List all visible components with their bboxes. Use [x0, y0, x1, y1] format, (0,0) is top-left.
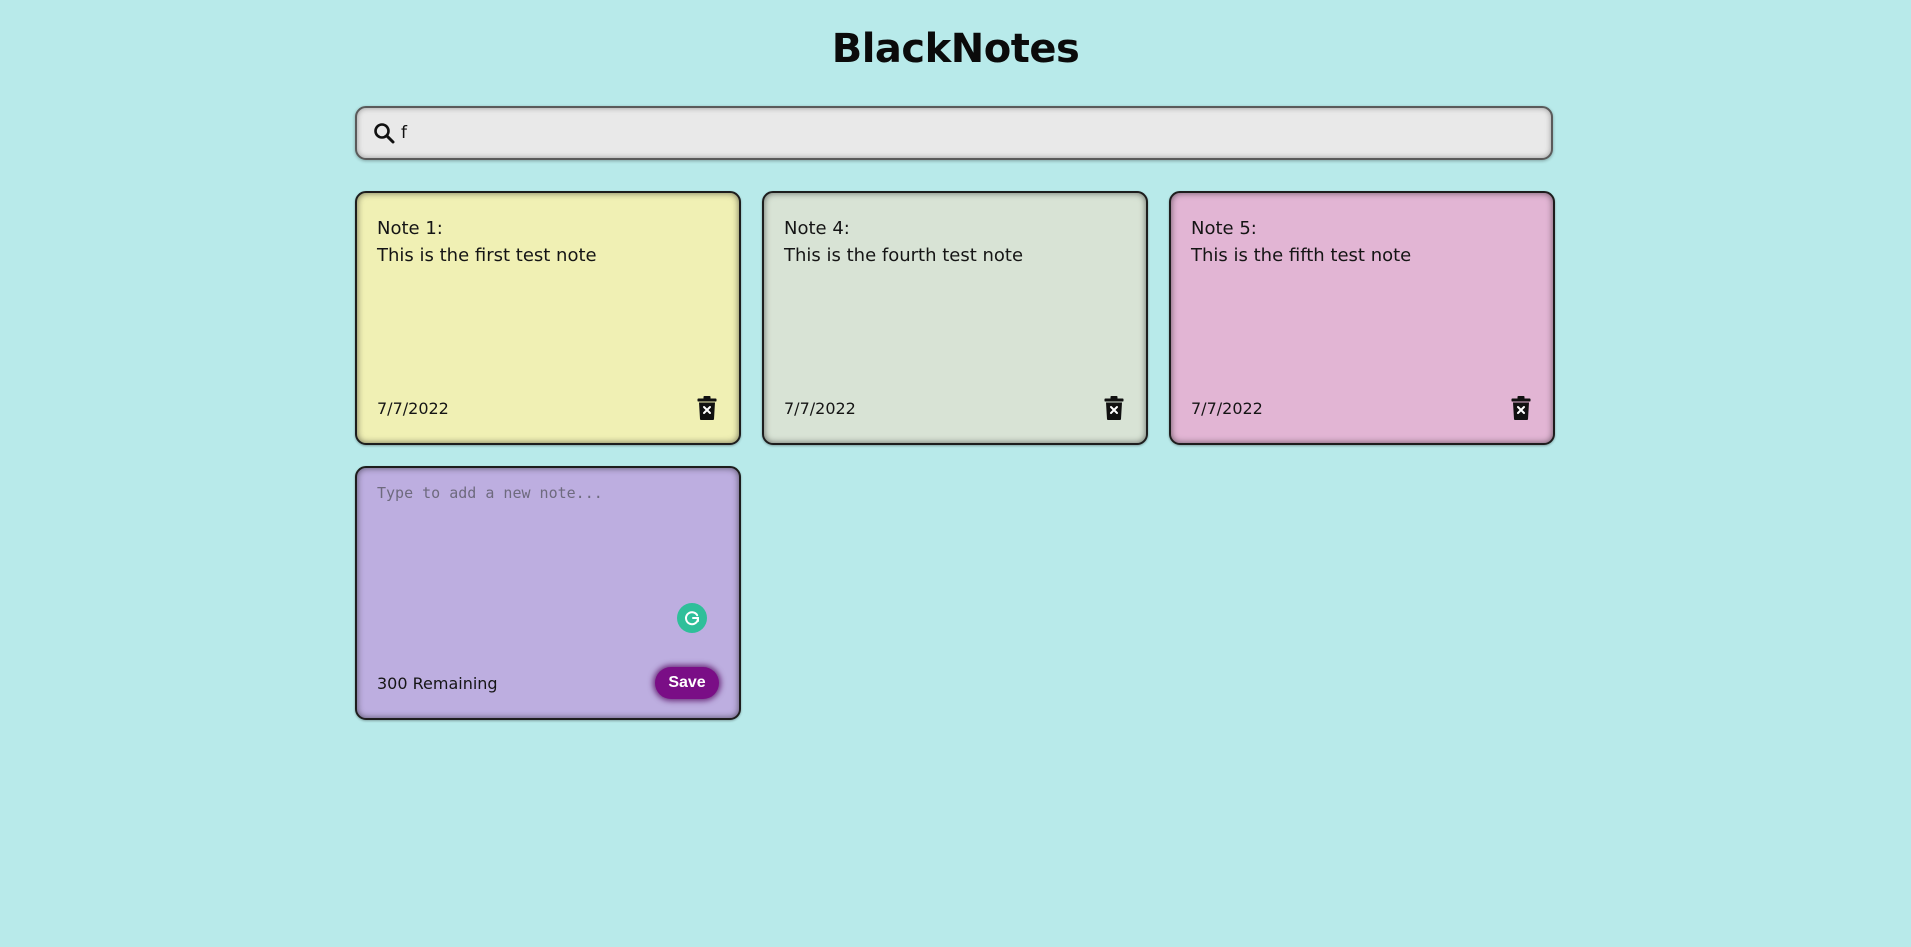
- note-card: Note 1: This is the first test note 7/7/…: [355, 191, 741, 445]
- new-note-card: 300 Remaining Save: [355, 466, 741, 720]
- delete-icon[interactable]: [1509, 394, 1533, 422]
- note-text: Note 1: This is the first test note: [377, 218, 597, 266]
- note-card: Note 4: This is the fourth test note 7/7…: [762, 191, 1148, 445]
- new-note-footer: 300 Remaining Save: [377, 667, 719, 699]
- notes-list: Note 1: This is the first test note 7/7/…: [355, 191, 1555, 720]
- new-note-textarea[interactable]: [377, 484, 717, 634]
- delete-icon[interactable]: [1102, 394, 1126, 422]
- remaining-count: 300 Remaining: [377, 673, 498, 693]
- save-button[interactable]: Save: [655, 667, 719, 699]
- note-footer: 7/7/2022: [784, 393, 1126, 423]
- note-footer: 7/7/2022: [1191, 393, 1533, 423]
- note-date: 7/7/2022: [784, 398, 856, 418]
- note-text: Note 5: This is the fifth test note: [1191, 218, 1412, 266]
- search-bar[interactable]: [355, 106, 1553, 160]
- grammarly-icon[interactable]: [677, 603, 707, 633]
- search-input[interactable]: [401, 118, 1521, 148]
- note-date: 7/7/2022: [377, 398, 449, 418]
- app-title: BlackNotes: [831, 26, 1080, 72]
- delete-icon[interactable]: [695, 394, 719, 422]
- note-card: Note 5: This is the fifth test note 7/7/…: [1169, 191, 1555, 445]
- note-date: 7/7/2022: [1191, 398, 1263, 418]
- search-icon: [371, 120, 397, 146]
- note-text: Note 4: This is the fourth test note: [784, 218, 1024, 266]
- note-footer: 7/7/2022: [377, 393, 719, 423]
